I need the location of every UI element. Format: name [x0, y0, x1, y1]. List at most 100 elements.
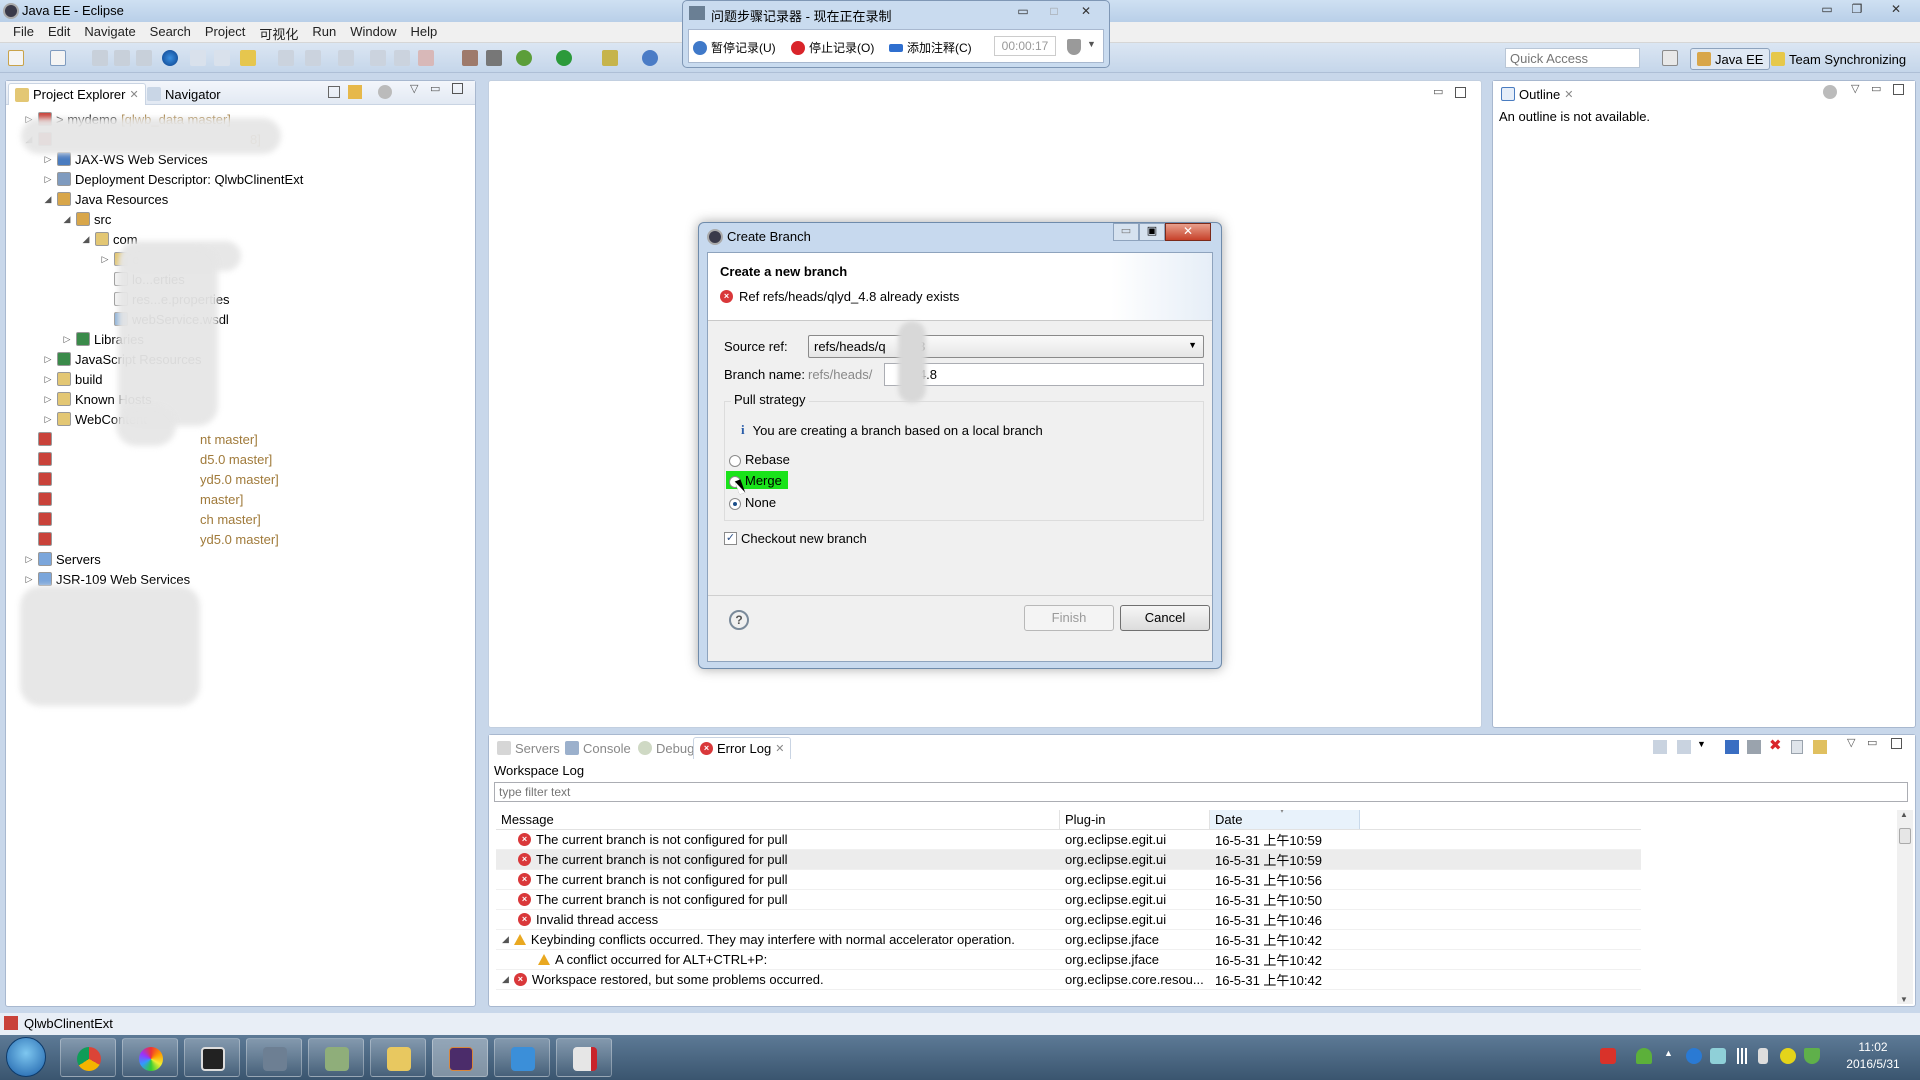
new-project-icon[interactable] — [50, 50, 66, 66]
tree-item[interactable]: master] — [24, 489, 243, 509]
tab-navigator[interactable]: Navigator — [141, 83, 227, 105]
taskbar-app5[interactable] — [308, 1038, 364, 1077]
log-row[interactable]: × The current branch is not configured fo… — [496, 850, 1641, 870]
minimize-view-icon[interactable]: ▭ — [430, 82, 440, 95]
taskbar-notes[interactable] — [494, 1038, 550, 1077]
globe-icon[interactable] — [162, 50, 178, 66]
menu-search[interactable]: Search — [143, 22, 198, 42]
resume-icon[interactable] — [370, 50, 386, 66]
collapsed-arrow-icon[interactable]: ▷ — [100, 254, 110, 265]
binoculars-icon[interactable] — [486, 50, 502, 66]
minimize-view-icon[interactable]: ▭ — [1867, 736, 1877, 749]
tree-item[interactable]: ch master] — [24, 509, 261, 529]
expand-arrow-icon[interactable]: ◢ — [502, 934, 509, 945]
external-tools-icon[interactable] — [602, 50, 618, 66]
tree-item[interactable]: ▷ Servers — [24, 549, 101, 569]
taskbar-chrome[interactable] — [60, 1038, 116, 1077]
checkout-new-branch-checkbox[interactable]: ✓ Checkout new branch — [724, 531, 867, 546]
dialog-maximize-button[interactable]: ▣ — [1139, 223, 1165, 241]
collapsed-arrow-icon[interactable]: ▷ — [24, 574, 34, 585]
perspective-team-synchronizing[interactable]: Team Synchronizing — [1765, 48, 1912, 70]
taskbar-app4[interactable] — [246, 1038, 302, 1077]
editor-minimize-icon[interactable]: ▭ — [1433, 85, 1443, 98]
tray-security-icon[interactable] — [1780, 1048, 1796, 1064]
shield-icon[interactable] — [1067, 39, 1081, 55]
tray-network-icon[interactable] — [1710, 1048, 1726, 1064]
finish-button[interactable]: Finish — [1024, 605, 1114, 631]
taskbar-picasa[interactable] — [122, 1038, 178, 1077]
menu-visualize[interactable]: 可视化 — [252, 22, 305, 42]
server-icon[interactable] — [462, 50, 478, 66]
align-icon[interactable] — [214, 50, 230, 66]
collapsed-arrow-icon[interactable]: ▷ — [43, 154, 53, 165]
tree-item[interactable]: ◢ Java Resources — [43, 189, 169, 209]
close-tab-icon[interactable]: ✕ — [775, 742, 784, 755]
tree-item[interactable]: ▷ Deployment Descriptor: QlwbClinentExt — [43, 169, 304, 189]
tree-item[interactable]: ◢ src — [62, 209, 112, 229]
log-row[interactable]: × Invalid thread access org.eclipse.egit.u… — [496, 910, 1641, 930]
log-scrollbar[interactable]: ▲ ▼ — [1897, 810, 1913, 1004]
minimize-view-icon[interactable]: ▭ — [1871, 82, 1881, 95]
open-log-file-icon[interactable] — [1791, 740, 1803, 754]
taskbar-steps-recorder[interactable] — [556, 1038, 612, 1077]
close-button[interactable]: ✕ — [1876, 0, 1916, 20]
maximize-view-icon[interactable] — [1893, 84, 1904, 95]
filter-input[interactable] — [494, 782, 1908, 802]
signal-icon[interactable] — [1734, 1048, 1750, 1064]
show-hidden-icons[interactable]: ▲ — [1664, 1048, 1680, 1064]
open-log-icon[interactable] — [1725, 740, 1739, 754]
dialog-close-button[interactable]: ✕ — [1165, 223, 1211, 241]
volume-icon[interactable] — [1758, 1048, 1768, 1064]
perspective-java-ee[interactable]: Java EE — [1690, 48, 1771, 70]
tab-outline[interactable]: Outline ✕ — [1495, 83, 1580, 105]
radio-none[interactable]: None — [729, 495, 776, 510]
collapsed-arrow-icon[interactable]: ▷ — [43, 394, 53, 405]
log-row[interactable]: ◢ Keybinding conflicts occurred. They may… — [496, 930, 1641, 950]
collapsed-arrow-icon[interactable]: ▷ — [24, 554, 34, 565]
new-icon[interactable] — [8, 50, 24, 66]
toggle-icon[interactable] — [190, 50, 206, 66]
tree-item[interactable]: ▷ build — [43, 369, 103, 389]
menu-window[interactable]: Window — [343, 22, 403, 42]
maximize-view-icon[interactable] — [1891, 738, 1902, 749]
source-ref-select[interactable]: refs/heads/q 4.8 ▼ — [808, 335, 1204, 358]
collapsed-arrow-icon[interactable]: ▷ — [43, 354, 53, 365]
import-log-icon[interactable] — [1677, 740, 1691, 754]
debug-icon[interactable] — [516, 50, 532, 66]
save-all-icon[interactable] — [114, 50, 130, 66]
clock[interactable]: 11:02 2016/5/31 — [1838, 1039, 1908, 1073]
log-row[interactable]: × The current branch is not configured fo… — [496, 890, 1641, 910]
collapse-all-icon[interactable] — [328, 86, 340, 98]
save-icon[interactable] — [92, 50, 108, 66]
view-menu-icon[interactable]: ▽ — [410, 82, 418, 95]
restore-button[interactable]: ❐ — [1842, 0, 1872, 20]
add-comment-button[interactable]: 添加注释(C) — [889, 39, 972, 56]
collapsed-arrow-icon[interactable]: ▷ — [62, 334, 72, 345]
menu-run[interactable]: Run — [305, 22, 343, 42]
column-plugin[interactable]: Plug-in — [1060, 810, 1210, 829]
sogou-ime-icon[interactable] — [1600, 1048, 1616, 1064]
log-row[interactable]: × The current branch is not configured fo… — [496, 870, 1641, 890]
clear-log-icon[interactable] — [1747, 740, 1761, 754]
recorder-dropdown-icon[interactable]: ▼ — [1087, 39, 1096, 49]
refresh-icon[interactable] — [305, 50, 321, 66]
tab-project-explorer[interactable]: Project Explorer ✕ — [8, 83, 146, 105]
collapsed-arrow-icon[interactable]: ▷ — [43, 374, 53, 385]
log-row[interactable]: ◢ × Workspace restored, but some problems … — [496, 970, 1641, 990]
pause-recording-button[interactable]: 暂停记录(U) — [693, 39, 776, 56]
delete-log-icon[interactable]: ✖ — [1769, 736, 1782, 754]
tray-shield-icon[interactable] — [1804, 1048, 1820, 1064]
terminate-icon[interactable] — [418, 50, 434, 66]
dialog-minimize-button[interactable]: ▭ — [1113, 223, 1139, 241]
recorder-maximize-button[interactable]: □ — [1039, 2, 1069, 22]
help-icon[interactable]: ? — [729, 610, 749, 630]
menu-edit[interactable]: Edit — [41, 22, 77, 42]
expanded-arrow-icon[interactable]: ◢ — [81, 234, 91, 245]
cancel-button[interactable]: Cancel — [1120, 605, 1210, 631]
taskbar-explorer[interactable] — [370, 1038, 426, 1077]
taskbar-terminal[interactable] — [184, 1038, 240, 1077]
menu-navigate[interactable]: Navigate — [77, 22, 142, 42]
expand-arrow-icon[interactable]: ◢ — [502, 974, 509, 985]
editor-maximize-icon[interactable] — [1455, 87, 1466, 98]
log-row[interactable]: A conflict occurred for ALT+CTRL+P: org.e… — [496, 950, 1641, 970]
